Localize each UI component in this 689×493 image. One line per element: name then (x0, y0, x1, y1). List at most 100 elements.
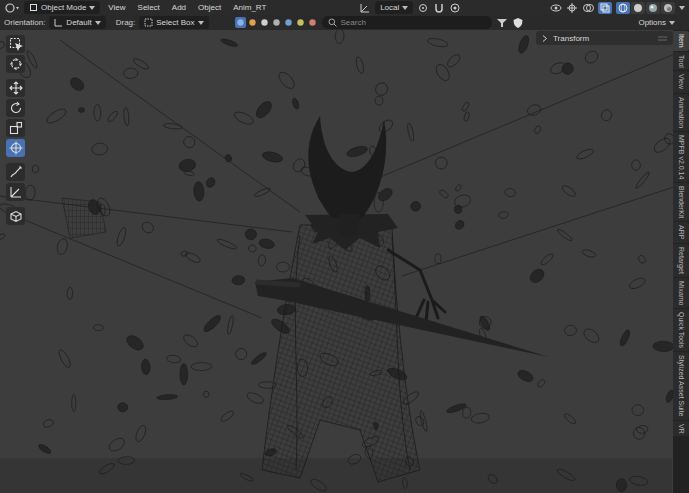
object-filter-toggle[interactable] (271, 17, 282, 28)
tool-button[interactable] (6, 99, 25, 117)
object-mode-icon (29, 3, 38, 12)
sidebar: Transform ItemToolView AnimationMPFB v2.0… (536, 30, 689, 493)
tool-icon (9, 121, 23, 135)
sidebar-tab[interactable]: ARP (673, 222, 689, 242)
panel-title: Transform (553, 34, 589, 43)
proportional-edit-icon[interactable] (449, 2, 461, 14)
sidebar-tab[interactable]: Animation (673, 94, 689, 131)
menu-item[interactable]: Select (134, 3, 164, 12)
tool-button[interactable] (6, 35, 25, 53)
overlays-icon[interactable] (582, 2, 594, 14)
mode-label: Object Mode (41, 3, 86, 12)
object-type-icon (296, 18, 305, 27)
select-box-icon (144, 18, 153, 27)
tool-icon (9, 101, 23, 115)
object-type-icon (248, 18, 257, 27)
axes-icon (54, 18, 63, 27)
shading-sphere-icon (663, 3, 673, 13)
menu-item[interactable]: Anim_RT (229, 3, 270, 12)
shading-sphere-icon (618, 3, 628, 13)
visibility-icon[interactable] (550, 2, 562, 14)
chevron-down-icon (95, 21, 101, 25)
transform-panel-header[interactable]: Transform (536, 31, 673, 45)
sidebar-tab[interactable]: Retarget (673, 244, 689, 277)
tool-button[interactable] (6, 119, 25, 137)
viewport-canvas[interactable] (0, 0, 689, 493)
sidebar-tab[interactable]: Quick Tools (673, 309, 689, 351)
shading-sphere-icon (633, 3, 643, 13)
shading-buttons (616, 2, 675, 14)
orientation-value: Default (66, 18, 91, 27)
object-filter-toggle[interactable] (247, 17, 258, 28)
shield-icon[interactable] (512, 17, 524, 29)
magnifier-icon (328, 18, 337, 27)
chevron-down-icon (198, 21, 204, 25)
object-filter-toggle[interactable] (259, 17, 270, 28)
chevron-down-icon (402, 6, 408, 10)
sidebar-tab[interactable]: View (673, 71, 689, 92)
menu-item[interactable]: View (104, 3, 129, 12)
menu-item[interactable]: Object (194, 3, 225, 12)
drag-label: Drag: (116, 18, 136, 27)
object-filter-toggle[interactable] (307, 17, 318, 28)
creature-figure[interactable] (255, 116, 549, 482)
editor-type-icon[interactable] (4, 2, 20, 14)
chevron-right-icon (542, 35, 548, 42)
search-field[interactable]: Search (322, 16, 492, 29)
filter-funnel-icon[interactable] (496, 17, 508, 29)
sidebar-tab[interactable]: VR (673, 421, 689, 437)
search-placeholder: Search (341, 18, 366, 27)
tool-icon (9, 209, 23, 223)
shading-button[interactable] (661, 2, 675, 14)
options-label: Options (638, 18, 666, 27)
xray-toggle[interactable] (598, 2, 612, 14)
tool-button[interactable] (6, 79, 25, 97)
object-type-icon (308, 18, 317, 27)
shading-sphere-icon (648, 3, 658, 13)
shading-button[interactable] (646, 2, 660, 14)
tool-icon (9, 185, 23, 199)
menu-item[interactable]: Add (168, 3, 190, 12)
tool-button[interactable] (6, 163, 25, 181)
orientation-axes-icon[interactable] (359, 2, 371, 14)
object-filter-toggle[interactable] (235, 17, 246, 28)
sidebar-tabs: ItemToolView AnimationMPFB v2.0.14Blender… (673, 30, 689, 493)
shading-button[interactable] (631, 2, 645, 14)
tool-button[interactable] (6, 55, 25, 73)
xray-icon (600, 3, 610, 13)
chevron-down-icon (89, 6, 95, 10)
sidebar-tab[interactable]: Stylized Asset Suite (673, 352, 689, 419)
viewport-header: Object Mode View Select Add Object Anim_RT L… (0, 0, 689, 15)
tool-button[interactable] (6, 139, 25, 157)
leaves (0, 29, 676, 493)
orientation-dropdown[interactable]: Default (49, 16, 105, 29)
gizmo-icon[interactable] (566, 2, 578, 14)
object-type-icon (272, 18, 281, 27)
orientation-label: Orientation: (4, 18, 45, 27)
tool-button[interactable] (6, 183, 25, 201)
sidebar-tab[interactable]: BlenderKit (673, 183, 689, 221)
object-type-icon (236, 18, 245, 27)
snap-magnet-icon[interactable] (433, 2, 445, 14)
object-filters (235, 17, 318, 28)
shading-options-icon[interactable] (679, 6, 685, 10)
shading-button[interactable] (616, 2, 630, 14)
orientation-value: Local (380, 3, 399, 12)
sidebar-tab[interactable]: MPFB v2.0.14 (673, 132, 689, 182)
blender-window: Object Mode View Select Add Object Anim_RT L… (0, 0, 689, 493)
sidebar-tab[interactable]: Item (673, 31, 689, 51)
tool-icon (9, 57, 23, 71)
chevron-down-icon (669, 21, 675, 25)
options-button[interactable]: Options (634, 17, 679, 28)
pivot-icon[interactable] (417, 2, 429, 14)
tool-button[interactable] (6, 207, 25, 225)
sidebar-tab[interactable]: Tool (673, 52, 689, 71)
drag-dropdown[interactable]: Select Box (139, 16, 208, 29)
tool-settings-bar: Orientation: Default Drag: Select Box Se… (0, 15, 689, 30)
drag-grip-icon[interactable] (658, 36, 667, 41)
mode-dropdown[interactable]: Object Mode (24, 1, 100, 14)
transform-orientation-dropdown[interactable]: Local (375, 1, 413, 14)
object-filter-toggle[interactable] (283, 17, 294, 28)
object-filter-toggle[interactable] (295, 17, 306, 28)
sidebar-tab[interactable]: Mixamo (673, 278, 689, 309)
